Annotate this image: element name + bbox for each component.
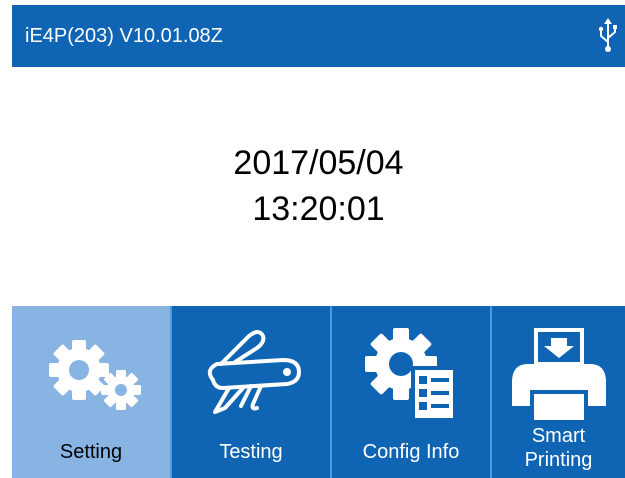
printer-icon bbox=[511, 328, 606, 420]
multitool-icon bbox=[207, 330, 301, 414]
menu-tile-config-info[interactable]: Config Info bbox=[330, 306, 490, 478]
menu-label-printing: Printing bbox=[524, 449, 593, 471]
datetime-display: 2017/05/04 13:20:01 bbox=[12, 140, 625, 232]
menu-label-setting: Setting bbox=[59, 441, 123, 463]
menu-label-testing: Testing bbox=[219, 441, 283, 463]
menu-label-smart-printing: Smart Printing bbox=[492, 424, 625, 472]
time-text: 13:20:01 bbox=[252, 190, 385, 228]
gears-icon bbox=[49, 340, 141, 410]
usb-icon bbox=[598, 18, 617, 52]
title-bar: iE4P(203) V10.01.08Z bbox=[12, 5, 625, 67]
menu-tile-testing[interactable]: Testing bbox=[170, 306, 330, 478]
date-text: 2017/05/04 bbox=[233, 144, 404, 182]
main-menu: Setting Testing Config Info Smart Printi… bbox=[12, 306, 625, 478]
menu-label-smart: Smart bbox=[531, 425, 586, 447]
menu-tile-smart-printing[interactable]: Smart Printing bbox=[490, 306, 625, 478]
menu-label-config-info: Config Info bbox=[362, 441, 460, 463]
device-title: iE4P(203) V10.01.08Z bbox=[25, 25, 223, 47]
menu-tile-setting[interactable]: Setting bbox=[12, 306, 170, 478]
config-list-icon bbox=[365, 328, 455, 420]
